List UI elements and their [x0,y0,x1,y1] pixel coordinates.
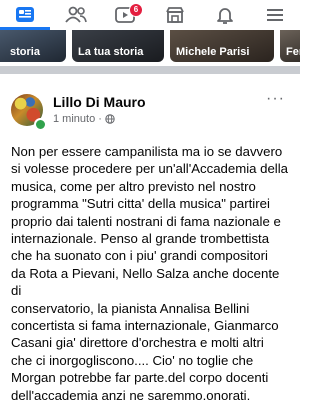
nav-home[interactable] [0,0,50,30]
nav-notifications[interactable] [200,0,250,30]
online-status-indicator [34,118,47,131]
nav-watch[interactable]: 6 [100,0,150,30]
story-label: La tua storia [78,46,144,58]
top-navigation-bar: 6 [0,0,300,30]
marketplace-icon [166,7,184,23]
story-card[interactable]: storia [0,30,66,62]
friends-icon [65,6,87,23]
post-meta: 1 minuto · [53,113,115,125]
meta-separator: · [98,113,102,125]
post-text: Non per essere campanilista ma io se dav… [11,144,288,403]
stories-strip: storia La tua storia Michele Parisi Fer [0,30,300,66]
nav-friends[interactable] [50,0,100,30]
globe-icon [105,114,115,124]
story-card[interactable]: Fer [280,30,300,62]
hamburger-menu-icon [267,9,283,21]
story-card-your-story[interactable]: La tua storia [72,30,164,62]
post-time[interactable]: 1 minuto [53,113,95,125]
notification-badge: 6 [129,3,143,17]
nav-marketplace[interactable] [150,0,200,30]
story-label: Fer [286,46,300,58]
story-label: Michele Parisi [176,46,250,58]
nav-menu[interactable] [250,0,300,30]
more-options-button[interactable]: ··· [266,91,286,107]
story-card[interactable]: Michele Parisi [170,30,274,62]
post-author[interactable]: Lillo Di Mauro [53,94,146,110]
story-label: storia [10,46,40,58]
feed-divider [0,66,300,74]
home-icon [16,7,34,22]
bell-icon [217,8,233,24]
feed-post: Lillo Di Mauro 1 minuto · ··· Non per es… [0,74,300,403]
